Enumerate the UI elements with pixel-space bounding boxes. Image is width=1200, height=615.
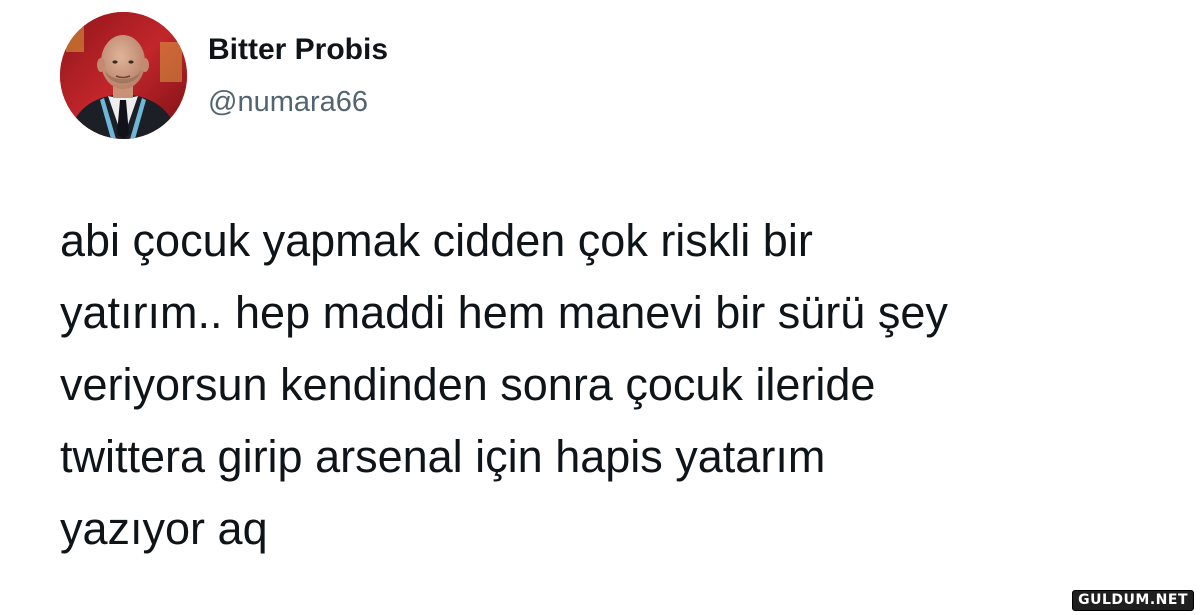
author-handle[interactable]: @numara66 [208, 86, 368, 119]
author-display-name[interactable]: Bitter Probis [208, 33, 388, 67]
tweet-text-line: abi çocuk yapmak cidden çok riskli bir [60, 215, 813, 266]
author-avatar[interactable] [60, 12, 187, 139]
tweet-card: Bitter Probis @numara66 abi çocuk yapmak… [0, 0, 1200, 615]
tweet-text-line: twittera girip arsenal için hapis yatarı… [60, 431, 826, 482]
tweet-text-line: yatırım.. hep maddi hem manevi bir sürü … [60, 287, 948, 338]
tweet-text: abi çocuk yapmak cidden çok riskli bir y… [60, 205, 1170, 565]
profile-photo-icon [60, 12, 187, 139]
tweet-text-line: veriyorsun kendinden sonra çocuk ileride [60, 359, 876, 410]
site-watermark: GULDUM.NET [1072, 590, 1194, 611]
tweet-text-line: yazıyor aq [60, 503, 268, 554]
